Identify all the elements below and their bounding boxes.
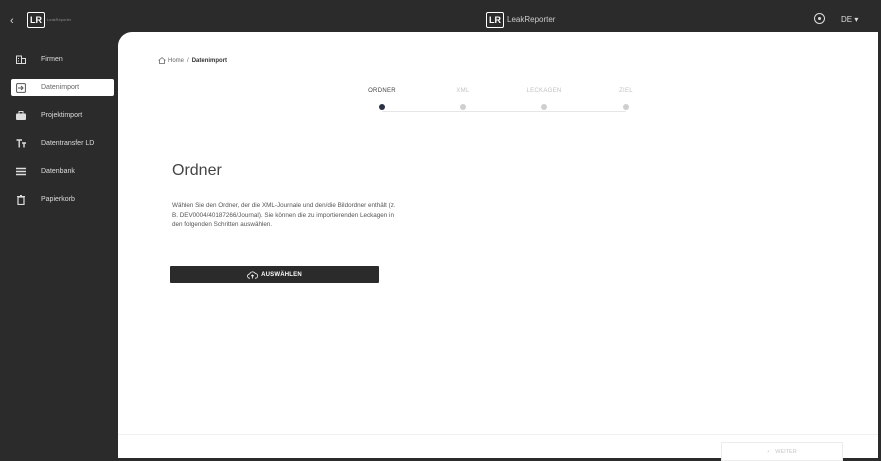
text-transfer-icon (15, 139, 27, 149)
step-xml: XML (433, 88, 493, 110)
sidebar-item-label: Projektimport (41, 112, 83, 119)
building-icon (15, 55, 27, 65)
sidebar: Firmen Datenimport Projektimport Datentr… (3, 41, 118, 458)
step-leckagen: LECKAGEN (514, 88, 574, 110)
app-title: LeakReporter (507, 15, 556, 24)
sidebar-item-label: Datentransfer LD (41, 140, 95, 147)
chevron-right-icon: › (767, 448, 770, 455)
step-ordner: ORDNER (352, 88, 412, 110)
cloud-upload-icon (247, 270, 259, 279)
page-title: Ordner (172, 162, 222, 179)
import-icon (15, 82, 27, 93)
center-logo: LR (486, 12, 504, 28)
step-label: LECKAGEN (526, 88, 562, 94)
next-button[interactable]: › WEITER (721, 442, 843, 461)
app-logo-subtitle: LeakReporter (47, 17, 72, 22)
sidebar-item-datentransfer-ld[interactable]: Datentransfer LD (11, 135, 118, 152)
step-dot (379, 104, 385, 110)
user-account-icon[interactable] (814, 13, 825, 24)
stepper-line (382, 111, 626, 112)
next-button-label: WEITER (775, 448, 797, 455)
sidebar-item-label: Datenbank (41, 168, 75, 175)
trash-icon (15, 194, 27, 205)
language-selector[interactable]: DE ▾ (841, 15, 858, 24)
breadcrumb-separator: / (187, 57, 189, 64)
step-description: Wählen Sie den Ordner, der die XML-Journ… (172, 202, 396, 228)
breadcrumb-home[interactable]: Home (168, 58, 184, 64)
list-icon (15, 167, 27, 177)
sidebar-item-papierkorb[interactable]: Papierkorb (11, 191, 118, 208)
select-folder-button[interactable]: AUSWÄHLEN (170, 266, 379, 283)
sidebar-item-firmen[interactable]: Firmen (11, 51, 118, 68)
select-folder-label: AUSWÄHLEN (261, 271, 302, 278)
step-label: ORDNER (368, 88, 396, 94)
app-logo[interactable]: LR (27, 12, 45, 28)
sidebar-item-label: Datenimport (41, 84, 80, 91)
step-label: ZIEL (619, 88, 633, 94)
breadcrumb-current: Datenimport (191, 57, 228, 64)
sidebar-item-label: Firmen (41, 56, 63, 63)
back-chevron-icon[interactable]: ‹ (10, 15, 14, 27)
breadcrumb: Home / Datenimport (158, 57, 227, 64)
import-stepper: ORDNER XML LECKAGEN ZIEL (348, 88, 648, 118)
briefcase-icon (15, 111, 27, 121)
sidebar-item-label: Papierkorb (41, 196, 75, 203)
sidebar-item-datenimport[interactable]: Datenimport (11, 79, 114, 96)
footer-divider (118, 434, 878, 435)
home-icon[interactable] (158, 57, 166, 64)
main-content: Home / Datenimport ORDNER XML LECKAGEN Z… (118, 32, 878, 461)
step-dot (460, 104, 466, 110)
step-ziel: ZIEL (596, 88, 656, 110)
step-dot (623, 104, 629, 110)
step-dot (541, 104, 547, 110)
sidebar-item-datenbank[interactable]: Datenbank (11, 163, 118, 180)
step-label: XML (456, 88, 470, 94)
sidebar-item-projektimport[interactable]: Projektimport (11, 107, 118, 124)
